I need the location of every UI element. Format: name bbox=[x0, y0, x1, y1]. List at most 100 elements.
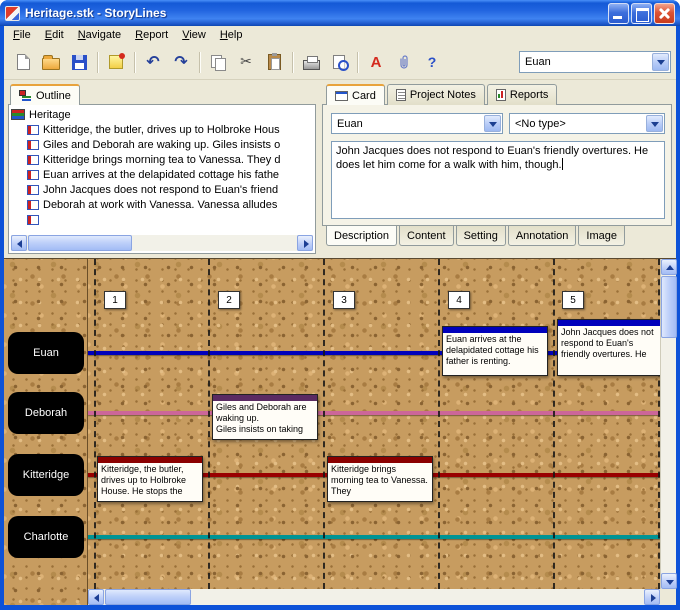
board-canvas[interactable]: 1 2 3 4 5 Kitteridge, the butler, drives… bbox=[88, 259, 660, 589]
tab-outline[interactable]: Outline bbox=[10, 84, 80, 105]
maximize-button[interactable] bbox=[631, 2, 652, 24]
minimize-button[interactable] bbox=[608, 2, 629, 24]
client-area: File Edit Navigate Report View Help ↶ ↷ … bbox=[4, 26, 677, 605]
tree-item[interactable] bbox=[11, 212, 313, 227]
card-icon bbox=[27, 124, 39, 135]
font-button[interactable]: A bbox=[363, 49, 389, 75]
menu-report[interactable]: Report bbox=[128, 27, 175, 44]
tab-project-notes-label: Project Notes bbox=[409, 89, 476, 101]
card-text: Kitteridge brings morning tea to Vanessa… bbox=[331, 464, 431, 496]
titlebar[interactable]: Heritage.stk - StoryLines bbox=[0, 0, 680, 26]
top-panels: Outline Heritage Kitteridge, the butler,… bbox=[4, 80, 676, 258]
menu-navigate[interactable]: Navigate bbox=[71, 27, 128, 44]
save-button[interactable] bbox=[66, 49, 92, 75]
tree-root[interactable]: Heritage bbox=[11, 107, 313, 122]
board-horizontal-scrollbar[interactable] bbox=[88, 589, 660, 605]
scrollbar-thumb[interactable] bbox=[661, 276, 677, 338]
tab-project-notes[interactable]: Project Notes bbox=[386, 84, 485, 105]
story-card-kitteridge-1[interactable]: Kitteridge, the butler, drives up to Hol… bbox=[97, 456, 203, 502]
tree-item[interactable]: Kitteridge, the butler, drives up to Hol… bbox=[11, 122, 313, 137]
card-text: Euan arrives at the delapidated cottage … bbox=[446, 334, 542, 366]
menu-file[interactable]: File bbox=[6, 27, 38, 44]
tree-item[interactable]: Kitteridge brings morning tea to Vanessa… bbox=[11, 152, 313, 167]
menu-edit[interactable]: Edit bbox=[38, 27, 71, 44]
column-number-card[interactable]: 2 bbox=[218, 291, 240, 309]
chevron-down-icon[interactable] bbox=[652, 53, 669, 71]
character-chip-euan[interactable]: Euan bbox=[8, 332, 84, 374]
tab-annotation[interactable]: Annotation bbox=[507, 226, 577, 246]
attachment-button[interactable] bbox=[391, 49, 417, 75]
tab-description[interactable]: Description bbox=[326, 226, 398, 246]
scroll-down-icon[interactable] bbox=[661, 573, 677, 589]
cut-scissors-icon: ✂ bbox=[240, 54, 252, 70]
scrollbar-thumb[interactable] bbox=[28, 235, 132, 251]
tab-reports[interactable]: Reports bbox=[486, 84, 558, 105]
story-card-deborah-2[interactable]: Giles and Deborah are waking up. Giles i… bbox=[212, 394, 318, 440]
cut-button[interactable]: ✂ bbox=[233, 49, 259, 75]
help-button[interactable]: ? bbox=[419, 49, 445, 75]
story-card-euan-5[interactable]: John Jacques does not respond to Euan's … bbox=[557, 319, 660, 376]
undo-button[interactable]: ↶ bbox=[140, 49, 166, 75]
card-icon bbox=[27, 199, 39, 210]
column-divider bbox=[553, 259, 555, 589]
card-character-combo[interactable]: Euan bbox=[331, 113, 503, 134]
book-stack-icon bbox=[11, 109, 25, 120]
toolbar-character-combo[interactable]: Euan bbox=[519, 51, 671, 73]
text-caret bbox=[561, 158, 563, 170]
scroll-left-icon[interactable] bbox=[11, 235, 27, 251]
chevron-down-icon[interactable] bbox=[646, 115, 663, 132]
toolbar-separator bbox=[97, 51, 98, 73]
scroll-right-icon[interactable] bbox=[644, 589, 660, 605]
open-button[interactable] bbox=[38, 49, 64, 75]
close-button[interactable] bbox=[654, 2, 675, 24]
tree-item[interactable]: John Jacques does not respond to Euan's … bbox=[11, 182, 313, 197]
copy-button[interactable] bbox=[205, 49, 231, 75]
tab-setting-label: Setting bbox=[463, 229, 498, 242]
story-card-euan-4[interactable]: Euan arrives at the delapidated cottage … bbox=[442, 326, 548, 376]
card-text: John Jacques does not respond to Euan's … bbox=[561, 327, 657, 359]
tab-setting[interactable]: Setting bbox=[455, 226, 506, 246]
board-vertical-scrollbar[interactable] bbox=[660, 259, 677, 589]
tab-content[interactable]: Content bbox=[399, 226, 454, 246]
copy-icon bbox=[210, 54, 226, 71]
toolbar-character-combo-value: Euan bbox=[525, 56, 551, 68]
new-button[interactable] bbox=[10, 49, 36, 75]
storyline-deborah bbox=[88, 411, 660, 415]
print-preview-button[interactable] bbox=[326, 49, 352, 75]
card-panel: Card Project Notes Reports Euan <No type… bbox=[322, 84, 672, 254]
chevron-down-icon[interactable] bbox=[484, 115, 501, 132]
print-icon bbox=[302, 55, 320, 70]
column-number-card[interactable]: 4 bbox=[448, 291, 470, 309]
column-number-card[interactable]: 1 bbox=[104, 291, 126, 309]
tree-item[interactable]: Deborah at work with Vanessa. Vanessa al… bbox=[11, 197, 313, 212]
tab-card[interactable]: Card bbox=[326, 84, 385, 105]
toolbar-separator bbox=[357, 51, 358, 73]
save-floppy-icon bbox=[71, 54, 87, 70]
tree-item[interactable]: Euan arrives at the delapidated cottage … bbox=[11, 167, 313, 182]
storyline-board: Euan Deborah Kitteridge Charlotte 1 2 3 bbox=[4, 258, 677, 605]
new-card-button[interactable] bbox=[103, 49, 129, 75]
print-button[interactable] bbox=[298, 49, 324, 75]
column-divider bbox=[208, 259, 210, 589]
tab-image[interactable]: Image bbox=[578, 226, 625, 246]
column-number-card[interactable]: 5 bbox=[562, 291, 584, 309]
card-type-combo[interactable]: <No type> bbox=[509, 113, 665, 134]
scroll-right-icon[interactable] bbox=[297, 235, 313, 251]
menu-view[interactable]: View bbox=[175, 27, 213, 44]
menu-help[interactable]: Help bbox=[213, 27, 250, 44]
redo-button[interactable]: ↷ bbox=[168, 49, 194, 75]
scroll-left-icon[interactable] bbox=[88, 589, 104, 605]
outline-horizontal-scrollbar[interactable] bbox=[11, 235, 313, 251]
scrollbar-thumb[interactable] bbox=[105, 589, 191, 605]
paste-button[interactable] bbox=[261, 49, 287, 75]
character-chip-deborah[interactable]: Deborah bbox=[8, 392, 84, 434]
outline-tree-icon bbox=[19, 90, 32, 101]
character-chip-kitteridge[interactable]: Kitteridge bbox=[8, 454, 84, 496]
scroll-up-icon[interactable] bbox=[661, 259, 677, 275]
toolbar-separator bbox=[199, 51, 200, 73]
story-card-kitteridge-3[interactable]: Kitteridge brings morning tea to Vanessa… bbox=[327, 456, 433, 502]
character-chip-charlotte[interactable]: Charlotte bbox=[8, 516, 84, 558]
column-number-card[interactable]: 3 bbox=[333, 291, 355, 309]
description-textarea[interactable]: John Jacques does not respond to Euan's … bbox=[331, 141, 665, 219]
tree-item[interactable]: Giles and Deborah are waking up. Giles i… bbox=[11, 137, 313, 152]
